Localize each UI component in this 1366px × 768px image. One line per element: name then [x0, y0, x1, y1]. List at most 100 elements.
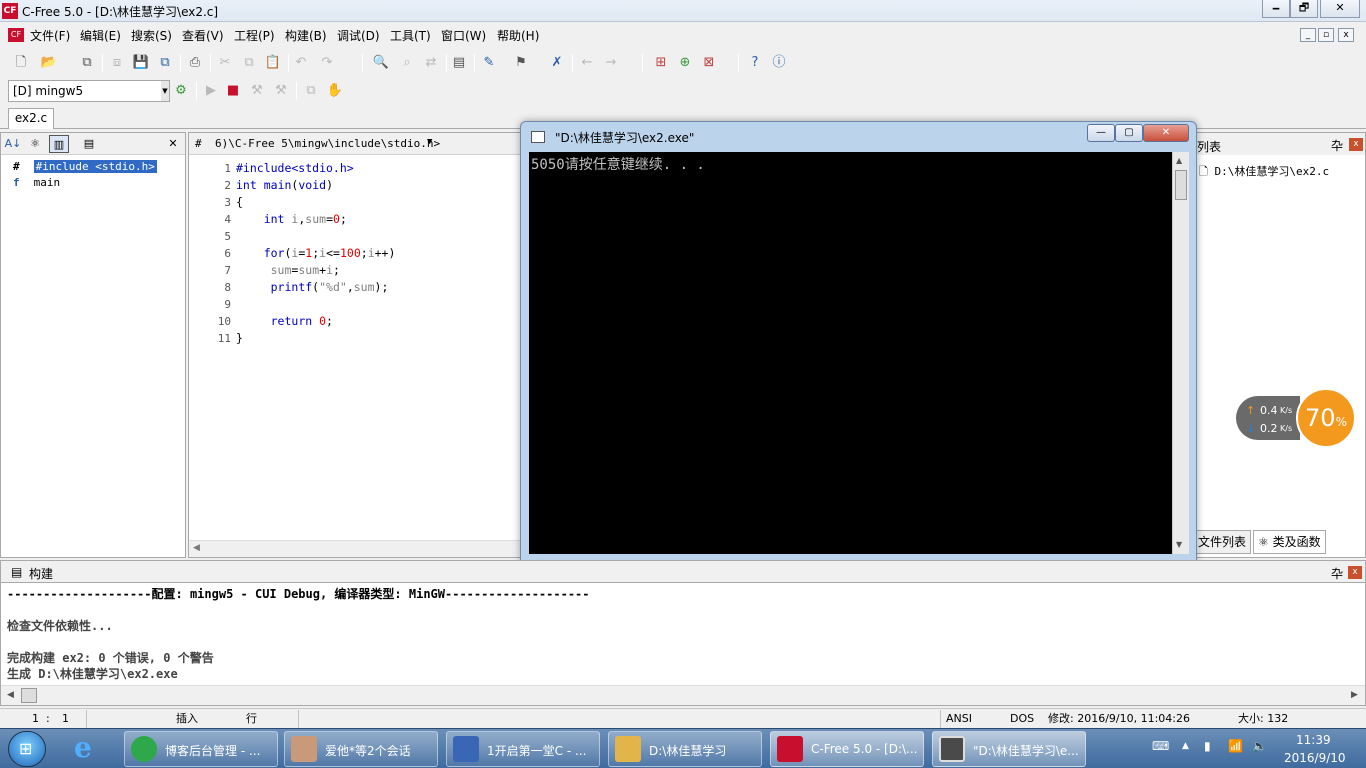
code-line[interactable]: int main(void): [236, 177, 333, 194]
code-line[interactable]: }: [236, 330, 243, 347]
tray-expand-icon[interactable]: ▲: [1182, 741, 1189, 751]
menu-tools[interactable]: 工具(T): [390, 27, 431, 44]
compiler-settings-icon[interactable]: ⚙: [172, 82, 190, 100]
cut-icon[interactable]: ✂: [216, 54, 234, 72]
close-icon[interactable]: x: [1348, 566, 1362, 579]
chevron-down-icon[interactable]: ▼: [161, 81, 169, 101]
close-file-icon[interactable]: ⧈: [108, 54, 126, 72]
build-horizontal-scrollbar[interactable]: ◀ ▶: [1, 685, 1365, 705]
close-icon[interactable]: x: [1349, 138, 1363, 151]
goto-icon[interactable]: ▤: [450, 54, 468, 72]
list-view-icon[interactable]: ▥: [49, 135, 69, 153]
taskbar-item-word[interactable]: 1开启第一堂C - ...: [446, 731, 600, 767]
compile-icon[interactable]: ⚒: [248, 82, 266, 100]
build-icon[interactable]: ⚒: [272, 82, 290, 100]
taskbar-item-console[interactable]: "D:\林佳慧学习\e...: [932, 731, 1086, 767]
clock-time[interactable]: 11:39: [1296, 733, 1331, 747]
group-icon[interactable]: ⚛: [25, 135, 45, 153]
mdi-close-button[interactable]: x: [1338, 28, 1354, 42]
start-button[interactable]: ⊞: [8, 731, 46, 767]
debug-icon[interactable]: ⧉: [302, 82, 320, 100]
pin-icon[interactable]: 卆: [1331, 137, 1343, 154]
open-project-icon[interactable]: ⧉: [78, 54, 96, 72]
menu-build[interactable]: 构建(B): [285, 27, 327, 44]
keyboard-icon[interactable]: ⌨: [1152, 739, 1169, 753]
code-line[interactable]: for(i=1;i<=100;i++): [236, 245, 396, 262]
print-icon[interactable]: ⎙: [186, 54, 204, 72]
taskbar-item-blog[interactable]: 博客后台管理 - ...: [124, 731, 278, 767]
project-new-icon[interactable]: ⊞: [652, 54, 670, 72]
save-icon[interactable]: 💾: [132, 54, 150, 72]
menu-debug[interactable]: 调试(D): [337, 27, 380, 44]
tree-item-main[interactable]: f main: [13, 175, 60, 190]
clear-bookmarks-icon[interactable]: ✗: [548, 54, 566, 72]
close-button[interactable]: ✕: [1320, 0, 1360, 18]
hand-icon[interactable]: ✋: [326, 82, 344, 100]
sort-icon[interactable]: A↓: [3, 135, 23, 153]
scroll-left-icon[interactable]: ◀: [7, 690, 14, 700]
code-line[interactable]: #include<stdio.h>: [236, 160, 354, 177]
find-icon[interactable]: 🔍: [372, 54, 390, 72]
chevron-down-icon[interactable]: ▼: [427, 137, 432, 147]
tab-file-list[interactable]: 文件列表: [1193, 530, 1252, 554]
console-window[interactable]: "D:\林佳慧学习\ex2.exe" — ▢ ✕ 5050请按任意键继续. . …: [520, 121, 1197, 564]
panel-close-icon[interactable]: ✕: [163, 135, 183, 153]
replace-icon[interactable]: ⇄: [422, 54, 440, 72]
console-minimize-button[interactable]: —: [1087, 124, 1115, 142]
scroll-thumb[interactable]: [21, 688, 37, 703]
undo-icon[interactable]: ↶: [292, 54, 310, 72]
code-line[interactable]: {: [236, 194, 243, 211]
find-next-icon[interactable]: ⌕: [398, 54, 416, 72]
next-bookmark-icon[interactable]: →: [602, 54, 620, 72]
console-close-button[interactable]: ✕: [1143, 124, 1189, 142]
battery-icon[interactable]: ▮: [1204, 739, 1211, 753]
clock-date[interactable]: 2016/9/10: [1284, 751, 1346, 765]
scroll-thumb[interactable]: [1175, 170, 1187, 200]
code-line[interactable]: printf("%d",sum);: [236, 279, 389, 296]
menu-project[interactable]: 工程(P): [234, 27, 275, 44]
detail-view-icon[interactable]: ▤: [79, 135, 99, 153]
toggle-bookmark-icon[interactable]: ⚑: [512, 54, 530, 72]
network-monitor-widget[interactable]: ↑ 0.4 K/s ↓ 0.2 K/s: [1236, 396, 1300, 440]
compiler-select[interactable]: [D] mingw5 ▼: [8, 80, 170, 102]
restore-button[interactable]: 🗗: [1290, 0, 1318, 18]
taskbar-item-cfree[interactable]: C-Free 5.0 - [D:\...: [770, 731, 924, 767]
new-file-icon[interactable]: 🗋: [12, 54, 30, 72]
menu-edit[interactable]: 编辑(E): [80, 27, 121, 44]
minimize-button[interactable]: 🗕: [1262, 0, 1290, 18]
console-app-icon[interactable]: [531, 131, 545, 143]
help-icon[interactable]: ?: [746, 54, 764, 72]
network-icon[interactable]: 📶: [1228, 739, 1243, 753]
console-output-area[interactable]: 5050请按任意键继续. . .: [529, 152, 1172, 554]
editor-horizontal-scrollbar[interactable]: ◀: [189, 540, 523, 557]
stop-icon[interactable]: ■: [224, 82, 242, 100]
mdi-restore-button[interactable]: ▫: [1318, 28, 1334, 42]
menu-view[interactable]: 查看(V): [182, 27, 224, 44]
taskbar-item-qq[interactable]: 爱他*等2个会话: [284, 731, 438, 767]
scroll-down-icon[interactable]: ▼: [1176, 540, 1182, 549]
function-navigator[interactable]: # 6)\C-Free 5\mingw\include\stdio.h> ▼: [189, 133, 523, 155]
menu-help[interactable]: 帮助(H): [497, 27, 539, 44]
file-list-item[interactable]: 🗋 D:\林佳慧学习\ex2.c: [1199, 163, 1329, 182]
project-remove-icon[interactable]: ⊠: [700, 54, 718, 72]
code-line[interactable]: sum=sum+i;: [236, 262, 340, 279]
tree-item-include[interactable]: # #include <stdio.h>: [13, 159, 157, 174]
cfree-app-icon[interactable]: CF: [2, 3, 18, 19]
scroll-left-icon[interactable]: ◀: [193, 543, 200, 553]
code-line[interactable]: return 0;: [236, 313, 333, 330]
code-line[interactable]: int i,sum=0;: [236, 211, 347, 228]
mdi-minimize-button[interactable]: _: [1300, 28, 1316, 42]
copy-icon[interactable]: ⧉: [240, 54, 258, 72]
paste-icon[interactable]: 📋: [264, 54, 282, 72]
code-editor[interactable]: # 6)\C-Free 5\mingw\include\stdio.h> ▼ 1…: [188, 132, 524, 558]
volume-icon[interactable]: 🔈: [1252, 739, 1267, 753]
project-add-icon[interactable]: ⊕: [676, 54, 694, 72]
ie-icon[interactable]: e: [72, 731, 104, 765]
scroll-up-icon[interactable]: ▲: [1176, 156, 1182, 165]
redo-icon[interactable]: ↷: [318, 54, 336, 72]
pin-icon[interactable]: 卆: [1331, 565, 1343, 582]
info-icon[interactable]: ⓘ: [770, 54, 788, 72]
prev-bookmark-icon[interactable]: ←: [578, 54, 596, 72]
taskbar-item-explorer[interactable]: D:\林佳慧学习: [608, 731, 762, 767]
menu-file[interactable]: 文件(F): [30, 27, 70, 44]
